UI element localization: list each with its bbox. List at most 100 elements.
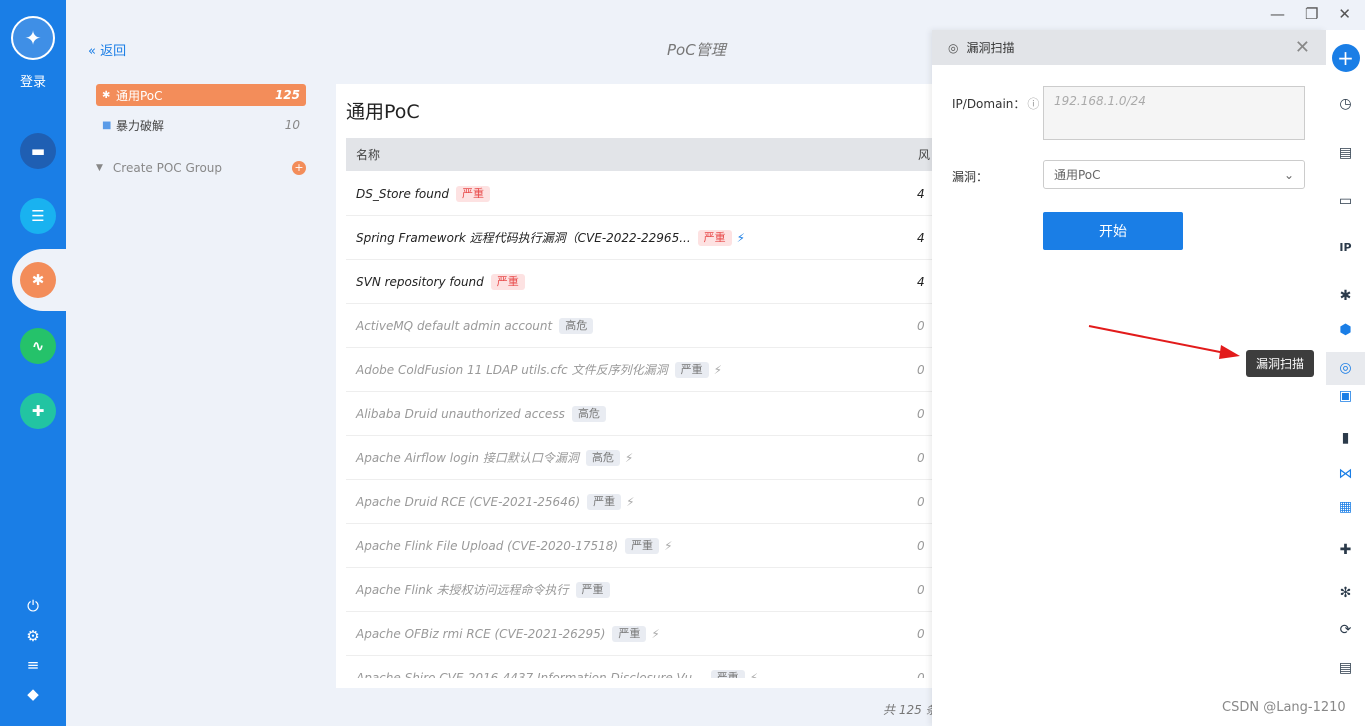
document-icon[interactable]: ▤ [1326,145,1365,161]
severity-badge: 严重 [612,625,647,642]
vuln-scan-panel: ◎ 漏洞扫描 ✕ IP/Domain： ⓘ 192.168.1.0/24 漏洞： … [932,30,1326,726]
power-icon[interactable]: ⏻ [0,597,66,615]
add-icon[interactable]: + [1326,44,1365,72]
table-body: DS_Store found 严重 4 Spring Framework 远程代码执行… [346,172,936,678]
back-link[interactable]: « 返回 [88,40,126,59]
severity-badge: 高危 [585,449,620,466]
create-poc-group[interactable]: ▼ Create POC Group + [96,161,306,175]
lightning-icon: ⚡ [626,494,635,509]
site-icon[interactable]: ▣ [1326,388,1365,404]
restore-icon[interactable]: ❐ [1305,5,1318,23]
chart-nav-icon[interactable]: ∿ [20,328,56,364]
puzzle-icon[interactable]: ✚ [1326,542,1365,558]
table-header: 名称 风 [346,138,936,171]
close-window-icon[interactable]: ✕ [1338,5,1351,23]
group-item-general[interactable]: ✱ 通用PoC 125 [96,84,306,106]
poc-name: SVN repository found [356,274,484,289]
window-controls: — ❐ ✕ [1270,5,1351,23]
bug-tool-icon[interactable]: ✱ [1326,288,1365,304]
poc-list-panel: 通用PoC 名称 风 DS_Store found 严重 4 Spring Frame… [336,84,936,688]
diamond-icon[interactable]: ◆ [0,685,66,703]
monitor-icon[interactable]: ▭ [1326,193,1365,209]
ip-domain-input[interactable]: 192.168.1.0/24 [1043,86,1305,140]
scan-header: ◎ 漏洞扫描 ✕ [932,30,1326,65]
poc-name: Apache Shiro CVE-2016-4437 Information D… [356,670,704,679]
share-icon[interactable]: ⋈ [1326,466,1365,482]
minimize-icon[interactable]: — [1270,5,1285,23]
table-row[interactable]: ActiveMQ default admin account 高危 0 [346,304,936,348]
poc-groups: ✱ 通用PoC 125 ■ 暴力破解 10 [96,84,306,144]
severity-badge: 高危 [559,317,594,334]
group-label: 暴力破解 [116,118,165,133]
chevron-down-icon: ⌄ [1283,167,1294,182]
poc-name: DS_Store found [356,186,450,201]
lightning-icon: ⚡ [624,450,634,465]
group-count: 10 [284,118,300,132]
risk-count: 0 [917,538,925,553]
fingerprint-tool-icon[interactable]: ◎ [1326,352,1365,385]
vuln-label: 漏洞： [952,170,989,184]
risk-count: 4 [917,274,925,289]
close-icon[interactable]: ✕ [1295,37,1310,58]
group-count: 125 [274,88,300,102]
col-name: 名称 [356,148,381,162]
table-row[interactable]: Adobe ColdFusion 11 LDAP utils.cfc 文件反序列… [346,348,936,392]
ip-label: IP/Domain： ⓘ [952,97,1040,111]
history-icon[interactable]: ◷ [1326,96,1365,112]
scan-title: 漏洞扫描 [966,41,1015,55]
lightning-icon: ⚡ [749,670,759,679]
refresh-icon[interactable]: ⟳ [1326,622,1365,638]
table-row[interactable]: Apache Airflow login 接口默认口令漏洞 高危 ⚡ 0 [346,436,936,480]
scan-tooltip: 漏洞扫描 [1246,350,1314,377]
start-button[interactable]: 开始 [1043,212,1183,250]
lightning-icon: ⚡ [651,626,660,641]
table-row[interactable]: Apache Shiro CVE-2016-4437 Information D… [346,656,936,678]
col-risk: 风 [918,148,931,162]
grid-icon[interactable]: ▦ [1326,499,1365,515]
table-row[interactable]: Apache Flink 未授权访问远程命令执行 严重 0 [346,568,936,612]
lightning-icon: ⚡ [736,230,746,245]
table-row[interactable]: Spring Framework 远程代码执行漏洞（CVE-2022-22965… [346,216,936,260]
severity-badge: 严重 [710,669,745,678]
poc-name: Adobe ColdFusion 11 LDAP utils.cfc 文件反序列… [356,363,668,377]
red-arrow-annotation [1088,325,1240,359]
report-icon[interactable]: ▤ [1326,660,1365,676]
severity-badge: 严重 [674,361,709,378]
table-row[interactable]: Apache OFBiz rmi RCE (CVE-2021-26295) 严重 ⚡… [346,612,936,656]
gear-icon[interactable]: ⚙ [0,627,66,645]
help-icon[interactable]: ⓘ [1027,97,1039,111]
add-group-icon[interactable]: + [292,161,306,175]
hat-icon[interactable]: ▬ [20,133,56,169]
table-row[interactable]: Alibaba Druid unauthorized access 高危 0 [346,392,936,436]
login-link[interactable]: 登录 [0,71,66,90]
bug-alt-icon[interactable]: ✻ [1326,585,1365,601]
menu-icon[interactable]: ≡ [0,656,66,674]
poc-name: Apache Druid RCE (CVE-2021-25646) [356,494,581,509]
bar-chart-icon[interactable]: ▮ [1326,430,1365,446]
right-toolbar: + ◷ ▤ ▭ IP ✱ ⬢ ◎ ▣ ▮ ⋈ ▦ ✚ ✻ ⟳ ▤ [1326,30,1365,726]
risk-count: 0 [917,362,925,377]
vuln-select[interactable]: 通用PoC ⌄ [1043,160,1305,189]
table-row[interactable]: Apache Druid RCE (CVE-2021-25646) 严重 ⚡ 0 [346,480,936,524]
table-row[interactable]: SVN repository found 严重 4 [346,260,936,304]
severity-badge: 严重 [575,581,610,598]
watermark: CSDN @Lang-1210 [1222,700,1346,715]
rocket-icon[interactable]: ✦ [11,16,55,60]
cube-icon[interactable]: ⬢ [1326,322,1365,338]
table-row[interactable]: DS_Store found 严重 4 [346,172,936,216]
group-item-bruteforce[interactable]: ■ 暴力破解 10 [96,114,306,136]
risk-count: 0 [917,406,925,421]
severity-badge: 严重 [490,273,525,290]
plugin-icon[interactable]: ✚ [20,393,56,429]
list-title: 通用PoC [346,101,420,123]
poc-name: Apache Flink 未授权访问远程命令执行 [356,583,569,597]
server-icon[interactable]: ☰ [20,198,56,234]
table-row[interactable]: Apache Flink File Upload (CVE-2020-17518… [346,524,936,568]
caret-down-icon: ▼ [96,163,103,173]
severity-badge: 高危 [571,405,606,422]
lightning-icon: ⚡ [664,538,673,553]
risk-count: 0 [917,582,925,597]
ip-icon[interactable]: IP [1326,241,1365,254]
poc-name: Apache Flink File Upload (CVE-2020-17518… [356,538,619,553]
bug-nav-icon[interactable]: ✱ [20,262,56,298]
